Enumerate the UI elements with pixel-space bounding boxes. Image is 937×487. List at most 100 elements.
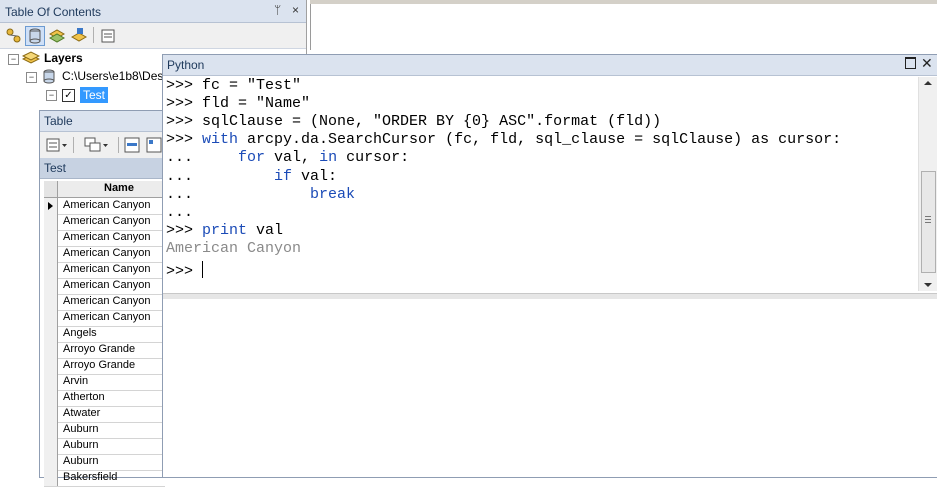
- console-scrollbar[interactable]: [918, 77, 937, 291]
- row-selector[interactable]: [44, 438, 58, 454]
- table-tab-label[interactable]: Test: [44, 161, 66, 175]
- table-options-icon[interactable]: [46, 137, 68, 156]
- table-row[interactable]: American Canyon: [44, 294, 165, 311]
- console-line: ...: [166, 204, 193, 221]
- name-cell[interactable]: American Canyon: [63, 215, 150, 227]
- name-cell[interactable]: American Canyon: [63, 199, 150, 211]
- toc-title: Table Of Contents: [5, 5, 102, 19]
- console-line: >>> fld = "Name": [166, 95, 310, 112]
- table-row[interactable]: Atherton: [44, 390, 165, 407]
- table-row[interactable]: American Canyon: [44, 198, 165, 215]
- console-code: [202, 168, 274, 185]
- name-cell[interactable]: Angels: [63, 327, 97, 339]
- database-icon: [43, 69, 55, 84]
- name-cell[interactable]: American Canyon: [63, 279, 150, 291]
- table-row[interactable]: American Canyon: [44, 310, 165, 327]
- close-icon[interactable]: ✕: [921, 55, 933, 72]
- switch-selection-icon[interactable]: [146, 137, 162, 156]
- row-selector[interactable]: [44, 230, 58, 246]
- row-selector[interactable]: [44, 262, 58, 278]
- table-row[interactable]: American Canyon: [44, 278, 165, 295]
- console-line: >>> sqlClause = (None, "ORDER BY {0} ASC…: [166, 113, 661, 130]
- name-cell[interactable]: Atwater: [63, 407, 100, 419]
- console-prompt: >>>: [166, 221, 203, 239]
- table-row[interactable]: Angels: [44, 326, 165, 343]
- console-code: arcpy.da.SearchCursor (fc, fld, sql_clau…: [238, 131, 842, 149]
- scrollbar-thumb[interactable]: [921, 171, 936, 273]
- row-selector[interactable]: [44, 294, 58, 310]
- scroll-up-icon[interactable]: [923, 79, 933, 87]
- row-selector[interactable]: [44, 310, 58, 326]
- list-by-visibility-icon[interactable]: [47, 26, 67, 46]
- python-keyword: break: [310, 185, 356, 203]
- table-row[interactable]: American Canyon: [44, 262, 165, 279]
- table-row[interactable]: Auburn: [44, 422, 165, 439]
- table-row[interactable]: American Canyon: [44, 214, 165, 231]
- row-selector[interactable]: [44, 406, 58, 422]
- console-code: val:: [292, 167, 338, 185]
- text-caret: [202, 261, 204, 278]
- name-cell[interactable]: American Canyon: [63, 247, 150, 259]
- name-cell[interactable]: Atherton: [63, 391, 105, 403]
- scroll-down-icon[interactable]: [923, 281, 933, 289]
- name-cell[interactable]: American Canyon: [63, 231, 150, 243]
- layers-root-label[interactable]: Layers: [44, 51, 83, 65]
- row-selector[interactable]: [44, 454, 58, 470]
- row-selector[interactable]: [44, 246, 58, 262]
- row-selector[interactable]: [44, 422, 58, 438]
- table-tab[interactable]: Test: [40, 158, 165, 179]
- source-path-label[interactable]: C:\Users\e1b8\Des: [62, 69, 163, 83]
- name-cell[interactable]: Auburn: [63, 455, 98, 467]
- list-by-selection-icon[interactable]: [69, 26, 89, 46]
- collapse-layers-icon[interactable]: −: [8, 54, 19, 65]
- list-by-source-icon[interactable]: [25, 26, 45, 46]
- row-selector[interactable]: [44, 214, 58, 230]
- related-tables-icon[interactable]: [84, 137, 110, 156]
- list-by-drawing-order-icon[interactable]: [4, 26, 24, 46]
- collapse-layer-icon[interactable]: −: [46, 90, 57, 101]
- column-header-label[interactable]: Name: [104, 182, 134, 194]
- table-row[interactable]: Auburn: [44, 454, 165, 471]
- row-selector[interactable]: [44, 198, 58, 214]
- table-row[interactable]: Bakersfield: [44, 470, 165, 487]
- python-console[interactable]: >>> fc = "Test" >>> fld = "Name" >>> sqlCl…: [163, 77, 918, 291]
- column-header-name[interactable]: Name: [44, 181, 165, 198]
- console-line: American Canyon: [166, 240, 301, 257]
- row-selector[interactable]: [44, 326, 58, 342]
- maximize-icon[interactable]: [905, 57, 916, 69]
- name-cell[interactable]: Arroyo Grande: [63, 343, 135, 355]
- layer-visibility-checkbox[interactable]: ✓: [62, 89, 75, 102]
- table-row[interactable]: American Canyon: [44, 230, 165, 247]
- row-selector[interactable]: [44, 342, 58, 358]
- layers-icon: [22, 51, 40, 64]
- row-selector[interactable]: [44, 470, 58, 486]
- table-row[interactable]: Auburn: [44, 438, 165, 455]
- options-icon[interactable]: [98, 26, 118, 46]
- console-line: >>> fc = "Test": [166, 77, 301, 94]
- layer-name-label[interactable]: Test: [80, 87, 109, 103]
- pin-icon[interactable]: ᛘ: [274, 3, 281, 17]
- name-cell[interactable]: Auburn: [63, 439, 98, 451]
- python-title: Python: [167, 58, 205, 72]
- table-row[interactable]: Arroyo Grande: [44, 342, 165, 359]
- name-cell[interactable]: American Canyon: [63, 311, 150, 323]
- name-cell[interactable]: Arroyo Grande: [63, 359, 135, 371]
- name-cell[interactable]: Bakersfield: [63, 471, 117, 483]
- close-icon[interactable]: ×: [292, 3, 299, 17]
- row-selector[interactable]: [44, 390, 58, 406]
- name-cell[interactable]: Auburn: [63, 423, 98, 435]
- table-row[interactable]: American Canyon: [44, 246, 165, 263]
- collapse-source-icon[interactable]: −: [26, 72, 37, 83]
- python-keyword: print: [202, 221, 248, 239]
- table-row[interactable]: Arvin: [44, 374, 165, 391]
- table-row[interactable]: Atwater: [44, 406, 165, 423]
- name-cell[interactable]: Arvin: [63, 375, 88, 387]
- row-selector[interactable]: [44, 278, 58, 294]
- table-window: Table Test Name American Canyon American …: [39, 110, 166, 487]
- table-row[interactable]: Arroyo Grande: [44, 358, 165, 375]
- row-selector[interactable]: [44, 374, 58, 390]
- name-cell[interactable]: American Canyon: [63, 263, 150, 275]
- name-cell[interactable]: American Canyon: [63, 295, 150, 307]
- select-by-attributes-icon[interactable]: [124, 137, 140, 156]
- row-selector[interactable]: [44, 358, 58, 374]
